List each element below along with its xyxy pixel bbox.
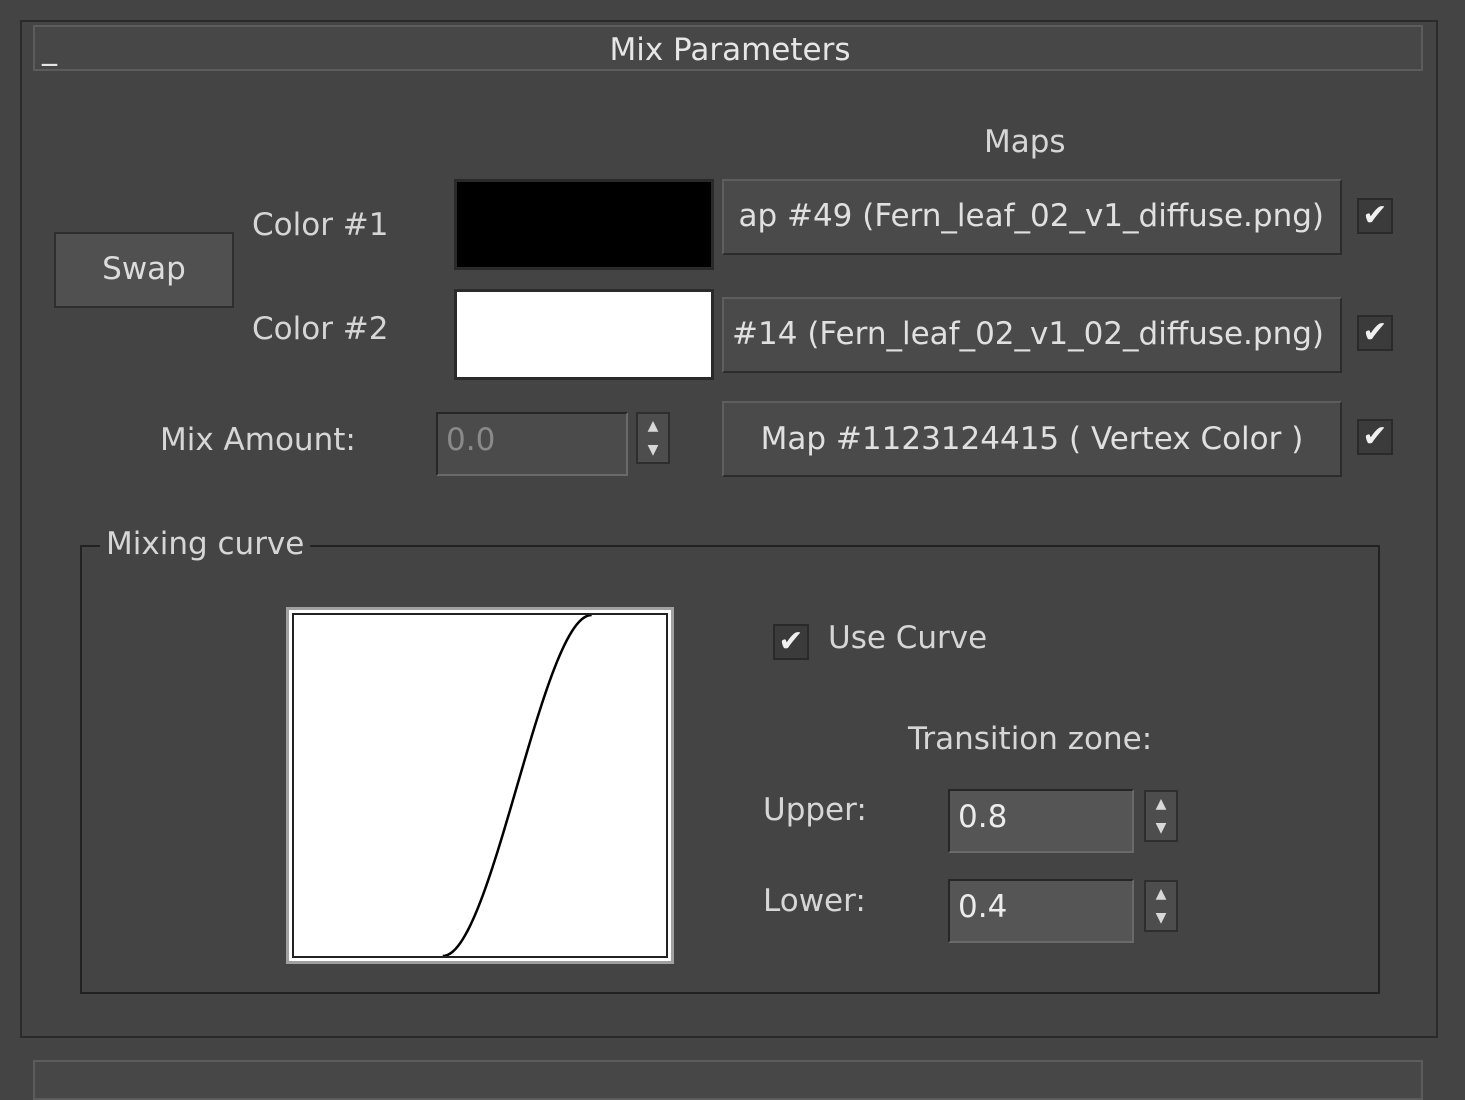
color2-map-button[interactable]: #14 (Fern_leaf_02_v1_02_diffuse.png)	[722, 297, 1342, 373]
curve-preview-frame	[292, 613, 668, 958]
mix-amount-field[interactable]: 0.0	[436, 412, 628, 476]
swap-button[interactable]: Swap	[54, 232, 234, 308]
check-icon: ✔	[1362, 198, 1388, 233]
lower-label: Lower:	[763, 883, 866, 919]
color1-map-button[interactable]: ap #49 (Fern_leaf_02_v1_diffuse.png)	[722, 179, 1342, 255]
spinner-down-icon[interactable]: ▼	[638, 438, 668, 462]
spinner-up-icon[interactable]: ▲	[1146, 792, 1176, 816]
spinner-down-icon[interactable]: ▼	[1146, 906, 1176, 930]
color1-swatch[interactable]	[454, 179, 714, 270]
check-icon: ✔	[778, 624, 804, 659]
color1-label: Color #1	[252, 207, 389, 243]
upper-spinner[interactable]: ▲ ▼	[1144, 790, 1178, 842]
upper-field[interactable]: 0.8	[948, 789, 1134, 853]
color2-swatch[interactable]	[454, 289, 714, 380]
color2-map-label: #14 (Fern_leaf_02_v1_02_diffuse.png)	[732, 316, 1324, 352]
lower-spinner[interactable]: ▲ ▼	[1144, 880, 1178, 932]
color1-map-checkbox[interactable]: ✔	[1357, 198, 1393, 234]
mix-amount-map-button[interactable]: Map #1123124415 ( Vertex Color )	[722, 401, 1342, 477]
mixing-curve-line	[442, 615, 592, 956]
spinner-up-icon[interactable]: ▲	[1146, 882, 1176, 906]
lower-field[interactable]: 0.4	[948, 879, 1134, 943]
rollout-title: Mix Parameters	[609, 32, 851, 68]
mix-amount-spinner[interactable]: ▲ ▼	[636, 412, 670, 464]
color2-label: Color #2	[252, 311, 389, 347]
mixing-curve-graph	[442, 615, 592, 956]
mix-amount-label: Mix Amount:	[160, 422, 356, 458]
next-rollout-header[interactable]	[33, 1060, 1423, 1100]
check-icon: ✔	[1362, 315, 1388, 350]
mixing-curve-group-title: Mixing curve	[100, 526, 311, 562]
use-curve-label: Use Curve	[828, 620, 988, 656]
collapse-icon[interactable]: _	[42, 35, 66, 65]
mixing-curve-group	[80, 545, 1380, 994]
rollout-header[interactable]: Mix Parameters	[33, 25, 1423, 71]
transition-zone-label: Transition zone:	[908, 721, 1153, 757]
color1-map-label: ap #49 (Fern_leaf_02_v1_diffuse.png)	[738, 198, 1324, 234]
mix-amount-map-label: Map #1123124415 ( Vertex Color )	[760, 421, 1304, 457]
color2-map-checkbox[interactable]: ✔	[1357, 315, 1393, 351]
use-curve-checkbox[interactable]: ✔	[773, 624, 809, 660]
spinner-up-icon[interactable]: ▲	[638, 414, 668, 438]
upper-label: Upper:	[763, 792, 867, 828]
maps-header: Maps	[984, 124, 1066, 160]
spinner-down-icon[interactable]: ▼	[1146, 816, 1176, 840]
mix-amount-map-checkbox[interactable]: ✔	[1357, 419, 1393, 455]
check-icon: ✔	[1362, 419, 1388, 454]
